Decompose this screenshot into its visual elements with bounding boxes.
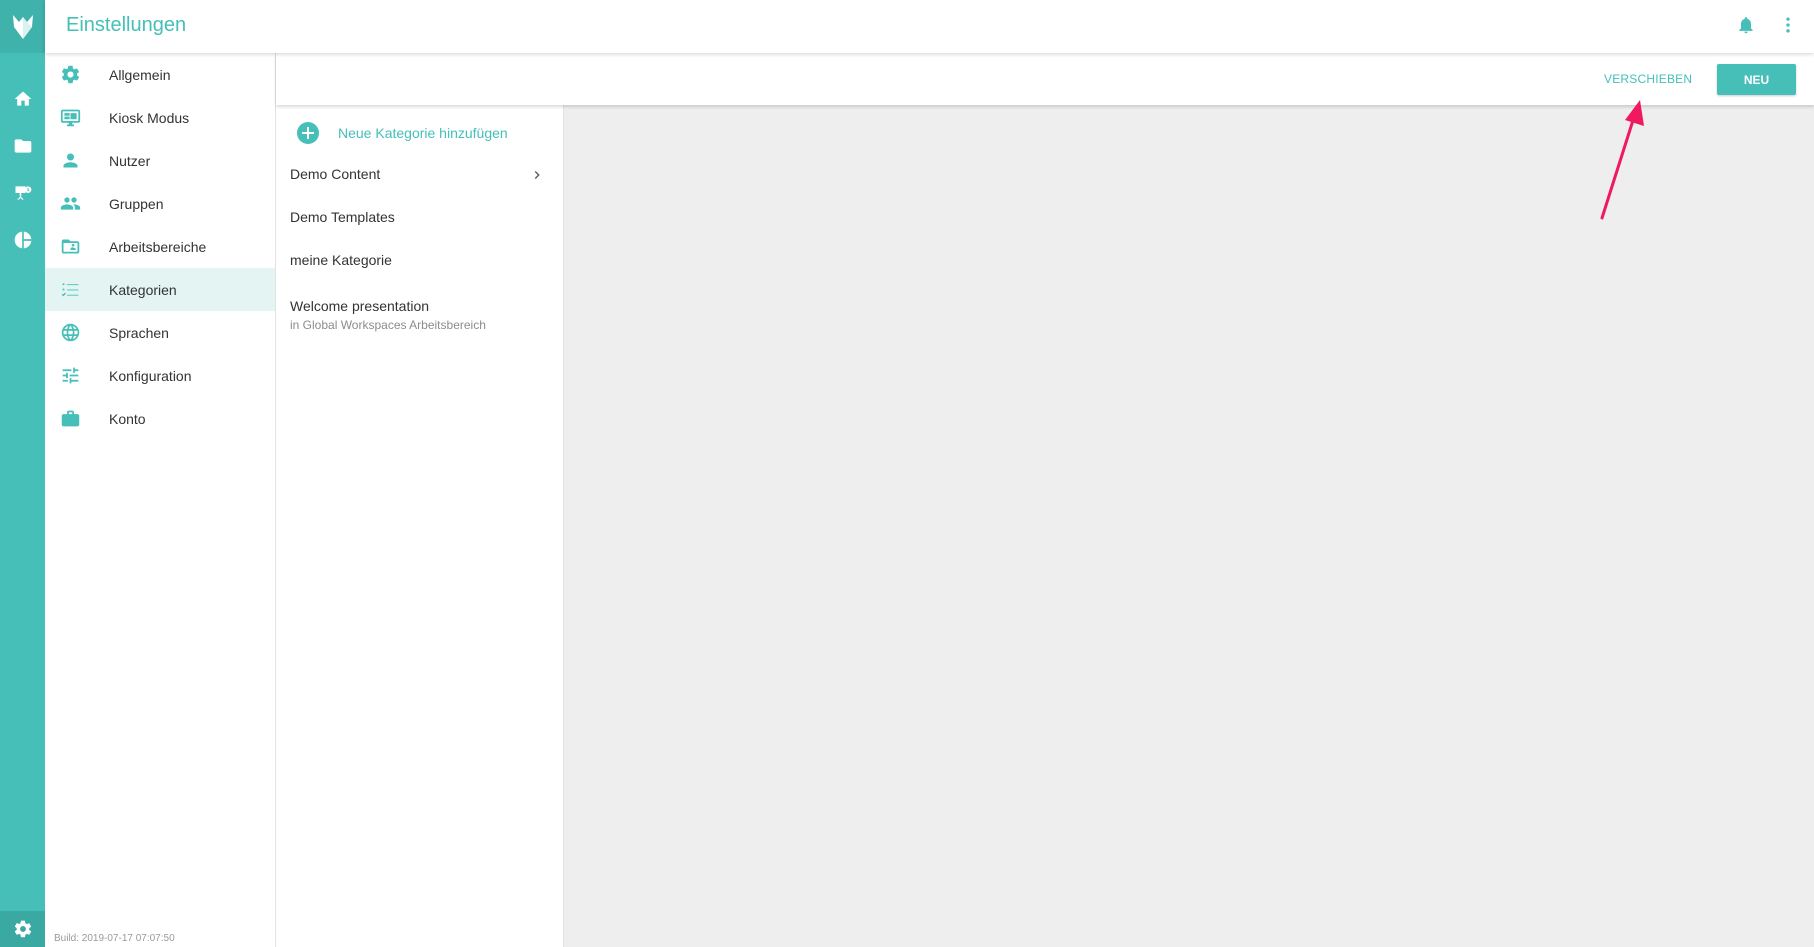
monitor-icon [60, 107, 81, 128]
nav-item-label: Allgemein [109, 66, 171, 83]
build-info: Build: 2019-07-17 07:07:50 [54, 933, 175, 944]
add-category-button[interactable]: Neue Kategorie hinzufügen [297, 121, 508, 145]
checklist-icon [60, 279, 81, 300]
annotation-arrow-icon [1600, 100, 1644, 220]
nav-item-konto[interactable]: Konto [45, 397, 275, 440]
bell-icon [1739, 17, 1753, 34]
nav-item-arbeitsbereiche[interactable]: Arbeitsbereiche [45, 225, 275, 268]
nav-item-label: Nutzer [109, 152, 151, 169]
category-list: Neue Kategorie hinzufügen Demo Content D… [276, 105, 564, 947]
nav-item-label: Kiosk Modus [109, 109, 190, 126]
globe-icon [60, 322, 81, 343]
kiosk-presentation-icon [15, 186, 31, 200]
rail-kiosk-button[interactable] [0, 173, 45, 213]
nav-item-allgemein[interactable]: Allgemein [45, 53, 275, 96]
move-button[interactable]: VERSCHIEBEN [1596, 67, 1700, 91]
nav-item-label: Arbeitsbereiche [109, 238, 207, 255]
group-icon [60, 193, 81, 214]
nav-item-label: Konto [109, 410, 146, 427]
category-item-demo-templates[interactable]: Demo Templates [276, 197, 564, 239]
category-item-meine-kategorie[interactable]: meine Kategorie [276, 240, 564, 282]
more-vertical-icon [1786, 17, 1790, 33]
app-header: Einstellungen [45, 0, 1814, 53]
rail-home-button[interactable] [0, 79, 45, 119]
person-icon [60, 150, 81, 171]
home-icon [14, 91, 31, 106]
settings-nav: Allgemein Kiosk Modus Nutzer Gruppen Arb… [45, 53, 276, 947]
content-toolbar: VERSCHIEBEN NEU [276, 53, 1814, 105]
nav-item-label: Konfiguration [109, 367, 192, 384]
nav-item-kiosk-modus[interactable]: Kiosk Modus [45, 96, 275, 139]
nav-item-label: Sprachen [109, 324, 169, 341]
category-label: Welcome presentation [290, 298, 430, 314]
nav-item-gruppen[interactable]: Gruppen [45, 182, 275, 225]
briefcase-icon [60, 408, 81, 429]
category-label: meine Kategorie [290, 252, 392, 268]
nav-item-sprachen[interactable]: Sprachen [45, 311, 275, 354]
category-label: Demo Content [290, 166, 381, 182]
gear-icon [60, 64, 81, 85]
page-title: Einstellungen [66, 14, 187, 36]
new-button[interactable]: NEU [1717, 64, 1796, 95]
pie-chart-icon [14, 231, 31, 249]
rail-settings-button[interactable] [0, 911, 45, 947]
nav-item-label: Gruppen [109, 195, 164, 212]
add-circle-icon [297, 122, 319, 144]
app-rail [0, 0, 45, 947]
add-category-label: Neue Kategorie hinzufügen [338, 125, 508, 141]
nav-item-nutzer[interactable]: Nutzer [45, 139, 275, 182]
folder-icon [14, 139, 31, 153]
category-workspace-note: in Global Workspaces Arbeitsbereich [290, 318, 486, 332]
app-logo[interactable] [0, 0, 45, 53]
nav-item-konfiguration[interactable]: Konfiguration [45, 354, 275, 397]
nav-item-kategorien[interactable]: Kategorien [45, 268, 275, 311]
notifications-button[interactable] [1734, 13, 1758, 37]
category-label: Demo Templates [290, 209, 395, 225]
category-item-welcome-presentation[interactable]: Welcome presentation in Global Workspace… [276, 286, 564, 338]
chevron-right-icon[interactable] [529, 167, 545, 183]
workspace-folder-icon [60, 236, 81, 257]
fox-logo-icon [12, 14, 33, 39]
rail-analytics-button[interactable] [0, 220, 45, 260]
gear-icon [14, 920, 31, 938]
sliders-icon [60, 365, 81, 386]
nav-item-label: Kategorien [109, 281, 177, 298]
category-item-demo-content[interactable]: Demo Content [276, 154, 564, 196]
more-options-button[interactable] [1776, 13, 1800, 37]
rail-files-button[interactable] [0, 126, 45, 166]
